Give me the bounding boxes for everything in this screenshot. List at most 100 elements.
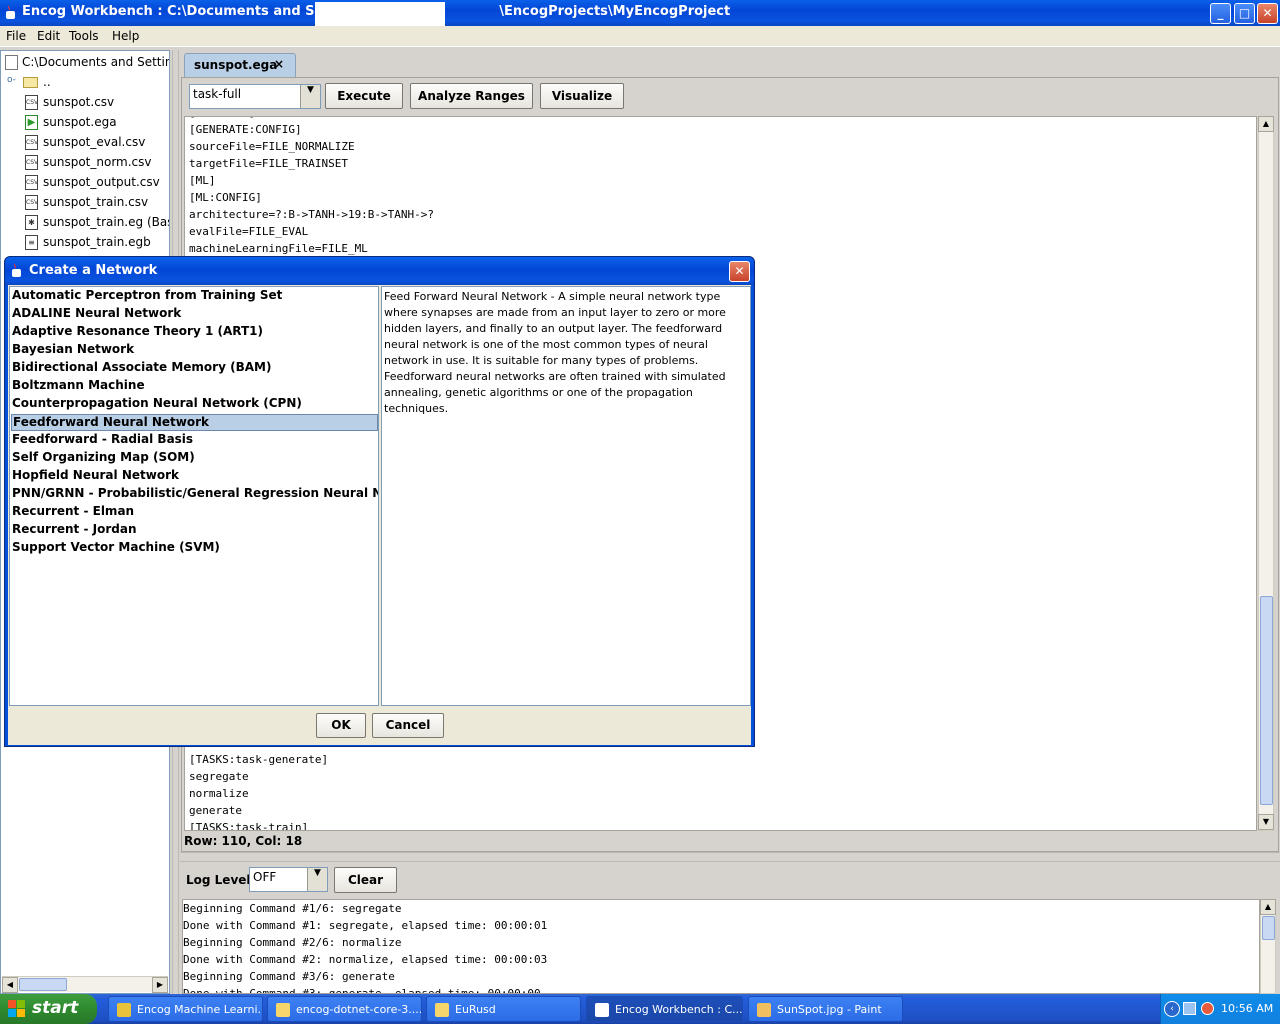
ega-script-icon: ▶ bbox=[25, 115, 38, 130]
create-network-dialog: Create a Network ✕ Automatic Perceptron … bbox=[4, 256, 755, 747]
tree-file-item[interactable]: CSV sunspot_train.csv bbox=[1, 193, 169, 213]
network-icon[interactable] bbox=[1183, 1002, 1196, 1015]
window-title-bar[interactable]: Encog Workbench : C:\Documents and Setti… bbox=[0, 0, 1280, 26]
menu-help[interactable]: Help bbox=[112, 29, 139, 43]
network-list-item[interactable]: Recurrent - Elman bbox=[11, 504, 378, 521]
clock: 10:56 AM bbox=[1221, 1002, 1274, 1015]
log-line: Done with Command #1: segregate, elapsed… bbox=[183, 919, 548, 932]
csv-file-icon: CSV bbox=[25, 155, 38, 170]
editor-vertical-scrollbar[interactable]: ▲ ▼ bbox=[1258, 116, 1274, 831]
execute-button[interactable]: Execute bbox=[325, 83, 403, 109]
scroll-up-button[interactable]: ▲ bbox=[1258, 116, 1274, 132]
network-list-item[interactable]: ADALINE Neural Network bbox=[11, 306, 378, 323]
editor-tabs: sunspot.ega × bbox=[180, 50, 1280, 77]
system-tray: ‹ 10:56 AM bbox=[1160, 994, 1280, 1024]
code-line: machineLearningFile=FILE_ML bbox=[189, 242, 368, 255]
clear-log-button[interactable]: Clear bbox=[334, 867, 397, 893]
expand-icon[interactable]: o- bbox=[7, 75, 16, 85]
analyze-ranges-button[interactable]: Analyze Ranges bbox=[410, 83, 533, 109]
csv-file-icon: CSV bbox=[25, 95, 38, 110]
network-list-item[interactable]: Automatic Perceptron from Training Set bbox=[11, 288, 378, 305]
log-line: Beginning Command #1/6: segregate bbox=[183, 902, 402, 915]
security-alert-icon[interactable] bbox=[1201, 1002, 1214, 1015]
scroll-left-button[interactable]: ◀ bbox=[2, 977, 18, 993]
scroll-thumb[interactable] bbox=[1262, 916, 1275, 940]
taskbar-button[interactable]: Encog Machine Learni... bbox=[108, 996, 263, 1022]
tree-file-item[interactable]: ▶ sunspot.ega bbox=[1, 113, 169, 133]
code-line: generate bbox=[189, 804, 242, 817]
code-line: normalize bbox=[189, 787, 249, 800]
code-line: sourceFile=FILE_NORMALIZE bbox=[189, 140, 355, 153]
code-line: segregate bbox=[189, 770, 249, 783]
network-list-item[interactable]: Feedforward Neural Network bbox=[11, 414, 378, 431]
network-list-item[interactable]: Boltzmann Machine bbox=[11, 378, 378, 395]
dialog-title: Create a Network bbox=[29, 263, 158, 278]
scroll-down-button[interactable]: ▼ bbox=[1258, 814, 1274, 830]
minimize-button[interactable]: _ bbox=[1210, 3, 1231, 24]
network-list-item[interactable]: Counterpropagation Neural Network (CPN) bbox=[11, 396, 378, 413]
code-line: [GENERATE:CONFIG] bbox=[189, 123, 302, 136]
tree-parent[interactable]: o- .. bbox=[1, 73, 169, 93]
tab-close-icon[interactable]: × bbox=[274, 57, 284, 71]
maximize-button[interactable]: □ bbox=[1234, 3, 1255, 24]
tree-file-item[interactable]: ≡ sunspot_train.egb bbox=[1, 233, 169, 253]
tree-file-item[interactable]: CSV sunspot.csv bbox=[1, 93, 169, 113]
log-level-label: Log Level: bbox=[186, 873, 256, 887]
paint-icon bbox=[757, 1003, 771, 1017]
visualize-button[interactable]: Visualize bbox=[540, 83, 624, 109]
scroll-up-button[interactable]: ▲ bbox=[1260, 899, 1276, 915]
network-list-item[interactable]: Support Vector Machine (SVM) bbox=[11, 540, 378, 557]
task-select[interactable]: task-full ▼ bbox=[189, 84, 321, 109]
tree-file-item[interactable]: CSV sunspot_eval.csv bbox=[1, 133, 169, 153]
eg-file-icon: ✱ bbox=[25, 215, 38, 230]
network-type-list[interactable]: Automatic Perceptron from Training Set AD… bbox=[9, 286, 379, 706]
tree-horizontal-scrollbar[interactable]: ◀ ▶ bbox=[2, 976, 168, 993]
network-description: Feed Forward Neural Network - A simple n… bbox=[381, 286, 751, 706]
scroll-right-button[interactable]: ▶ bbox=[152, 977, 168, 993]
dialog-close-button[interactable]: ✕ bbox=[729, 261, 750, 282]
cancel-button[interactable]: Cancel bbox=[372, 713, 444, 738]
horizontal-splitter[interactable] bbox=[180, 852, 1280, 862]
network-list-item[interactable]: Hopfield Neural Network bbox=[11, 468, 378, 485]
csv-file-icon: CSV bbox=[25, 135, 38, 150]
taskbar-button[interactable]: SunSpot.jpg - Paint bbox=[748, 996, 903, 1022]
network-list-item[interactable]: PNN/GRNN - Probabilistic/General Regress… bbox=[11, 486, 378, 503]
network-list-item[interactable]: Feedforward - Radial Basis bbox=[11, 432, 378, 449]
log-output[interactable]: Beginning Command #1/6: segregate Done wi… bbox=[182, 899, 1260, 994]
network-list-item[interactable]: Recurrent - Jordan bbox=[11, 522, 378, 539]
taskbar: start Encog Machine Learni... encog-dotne… bbox=[0, 994, 1280, 1024]
log-line: Beginning Command #3/6: generate bbox=[183, 970, 395, 983]
start-button[interactable]: start bbox=[0, 994, 97, 1024]
code-line: [GENERATE] bbox=[189, 117, 255, 119]
chrome-icon bbox=[117, 1003, 131, 1017]
taskbar-button[interactable]: Encog Workbench : C... bbox=[586, 996, 743, 1022]
tab-sunspot-ega[interactable]: sunspot.ega × bbox=[184, 53, 296, 77]
chevron-down-icon[interactable]: ▼ bbox=[300, 85, 320, 108]
tree-file-item[interactable]: ✱ sunspot_train.eg (Basi bbox=[1, 213, 169, 233]
close-button[interactable]: ✕ bbox=[1257, 3, 1278, 24]
taskbar-button[interactable]: encog-dotnet-core-3.... bbox=[267, 996, 422, 1022]
log-vertical-scrollbar[interactable]: ▲ bbox=[1260, 899, 1276, 994]
code-line: [TASKS:task-train] bbox=[189, 821, 309, 831]
scroll-thumb[interactable] bbox=[1260, 596, 1273, 805]
scroll-thumb[interactable] bbox=[19, 978, 67, 991]
network-list-item[interactable]: Adaptive Resonance Theory 1 (ART1) bbox=[11, 324, 378, 341]
tree-file-item[interactable]: CSV sunspot_norm.csv bbox=[1, 153, 169, 173]
log-line: Done with Command #2: normalize, elapsed… bbox=[183, 953, 548, 966]
network-list-item[interactable]: Bidirectional Associate Memory (BAM) bbox=[11, 360, 378, 377]
chevron-down-icon[interactable]: ▼ bbox=[307, 868, 327, 891]
ok-button[interactable]: OK bbox=[316, 713, 366, 738]
tree-file-item[interactable]: CSV sunspot_output.csv bbox=[1, 173, 169, 193]
show-hidden-icons-icon[interactable]: ‹ bbox=[1164, 1001, 1180, 1017]
network-list-item[interactable]: Self Organizing Map (SOM) bbox=[11, 450, 378, 467]
dialog-title-bar[interactable]: Create a Network ✕ bbox=[5, 257, 754, 285]
taskbar-button[interactable]: EuRusd bbox=[426, 996, 581, 1022]
tree-root[interactable]: C:\Documents and Settings bbox=[1, 53, 169, 73]
menu-tools[interactable]: Tools bbox=[69, 29, 99, 43]
menu-edit[interactable]: Edit bbox=[37, 29, 60, 43]
menu-file[interactable]: File bbox=[6, 29, 26, 43]
egb-file-icon: ≡ bbox=[25, 235, 38, 250]
redacted-block bbox=[315, 2, 445, 26]
log-level-select[interactable]: OFF ▼ bbox=[249, 867, 328, 892]
network-list-item[interactable]: Bayesian Network bbox=[11, 342, 378, 359]
